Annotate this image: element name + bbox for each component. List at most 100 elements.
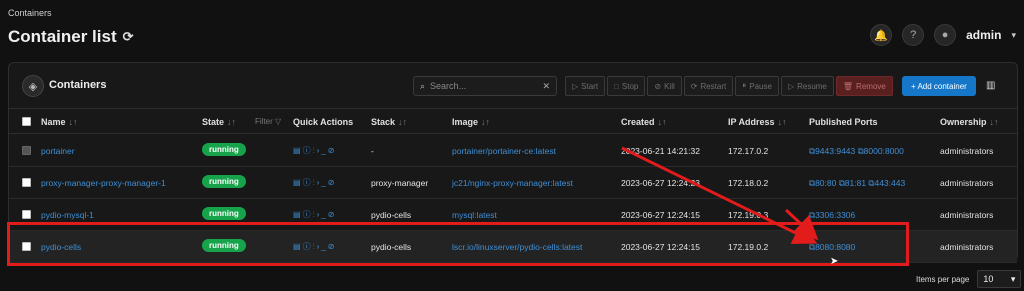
filter-label: Filter: [255, 117, 273, 126]
filter-button[interactable]: Filter ▽: [255, 117, 281, 126]
search-icon: ⌕: [420, 80, 426, 91]
row-checkbox[interactable]: [22, 178, 31, 187]
header-created[interactable]: Created ↓↑: [621, 117, 667, 127]
image-name[interactable]: portainer/portainer-ce:latest: [452, 146, 556, 156]
highlight-box: [7, 222, 909, 266]
sort-icon: ↓↑: [398, 117, 408, 127]
start-button[interactable]: ▷ Start: [565, 76, 606, 96]
stack-name: -: [371, 146, 374, 156]
add-container-button[interactable]: + Add container: [902, 76, 976, 96]
play-icon: ▷: [572, 81, 579, 91]
resume-label: Resume: [797, 81, 827, 91]
console-icon[interactable]: ›_: [317, 146, 328, 155]
status-badge: running: [202, 143, 246, 156]
table-row[interactable]: portainer running ▤ⓘ⫶›_⊘ - portainer/por…: [9, 135, 1017, 167]
refresh-icon[interactable]: ⟳: [123, 29, 134, 45]
breadcrumb[interactable]: Containers: [8, 8, 52, 18]
container-name[interactable]: proxy-manager-proxy-manager-1: [41, 178, 166, 188]
header-ports: Published Ports: [809, 117, 878, 127]
remove-button[interactable]: 🗑 Remove: [835, 76, 893, 96]
filter-icon: ▽: [275, 117, 282, 126]
clear-search-icon[interactable]: ✕: [542, 81, 550, 92]
sort-icon: ↓↑: [657, 117, 667, 127]
logs-icon[interactable]: ▤: [293, 210, 303, 219]
table-header: Name ↓↑ State ↓↑ Filter ▽ Quick Actions St…: [9, 110, 1017, 134]
container-name[interactable]: portainer: [41, 146, 75, 156]
header-stack[interactable]: Stack ↓↑: [371, 117, 407, 127]
restart-label: Restart: [700, 81, 727, 91]
console-icon[interactable]: ›_: [317, 210, 328, 219]
kill-label: Kill: [664, 81, 675, 91]
ownership: administrators: [940, 146, 994, 156]
header-ownership-label: Ownership: [940, 117, 987, 127]
pause-button[interactable]: ⏸ Pause: [735, 76, 779, 96]
published-ports[interactable]: ⧉3306:3306: [809, 210, 855, 221]
items-per-page-select[interactable]: 10 ▾: [977, 270, 1022, 288]
resume-button[interactable]: ▷ Resume: [780, 76, 834, 96]
header-ip-label: IP Address: [728, 117, 775, 127]
header-ip[interactable]: IP Address ↓↑: [728, 117, 787, 127]
quick-actions[interactable]: ▤ⓘ⫶›_⊘: [293, 177, 336, 188]
header-ownership[interactable]: Ownership ↓↑: [940, 117, 999, 127]
pause-label: Pause: [749, 81, 772, 91]
logs-icon[interactable]: ▤: [293, 178, 303, 187]
kill-icon: ⊘: [654, 81, 662, 91]
stop-label: Stop: [621, 81, 639, 91]
image-name[interactable]: jc21/nginx-proxy-manager:latest: [452, 178, 573, 188]
search-input[interactable]: ⌕ Search... ✕: [413, 76, 557, 96]
ip-address: 172.17.0.2: [728, 146, 769, 156]
header-image-label: Image: [452, 117, 479, 127]
sort-icon: ↓↑: [68, 117, 78, 127]
container-name[interactable]: pydio-mysql-1: [41, 210, 94, 220]
panel-header: ◈ Containers ⌕ Search... ✕ ▷ Start □ Stop …: [9, 63, 1017, 109]
ownership: administrators: [940, 178, 994, 188]
start-label: Start: [581, 81, 599, 91]
items-per-page-label: Items per page: [916, 274, 970, 284]
created-time: 2023-06-27 12:24:23: [621, 178, 700, 188]
quick-actions[interactable]: ▤ⓘ⫶›_⊘: [293, 209, 336, 220]
header-created-label: Created: [621, 117, 655, 127]
attach-icon[interactable]: ⊘: [328, 146, 337, 155]
header-name[interactable]: Name ↓↑: [41, 117, 78, 127]
attach-icon[interactable]: ⊘: [328, 178, 337, 187]
restart-button[interactable]: ⟳ Restart: [683, 76, 734, 96]
stop-button[interactable]: □ Stop: [607, 76, 646, 96]
user-avatar-icon[interactable]: ●: [934, 24, 957, 46]
header-state[interactable]: State ↓↑: [202, 117, 236, 127]
restart-icon: ⟳: [690, 81, 698, 91]
help-icon[interactable]: ?: [902, 24, 925, 46]
inspect-icon[interactable]: ⓘ: [303, 210, 313, 219]
quick-actions[interactable]: ▤ⓘ⫶›_⊘: [293, 145, 336, 156]
sort-icon: ↓↑: [481, 117, 491, 127]
sort-icon: ↓↑: [777, 117, 787, 127]
kill-button[interactable]: ⊘ Kill: [647, 76, 682, 96]
columns-icon[interactable]: ▥: [986, 80, 995, 91]
status-badge: running: [202, 175, 246, 188]
trash-icon: 🗑: [842, 81, 854, 91]
select-all-checkbox[interactable]: [22, 117, 31, 126]
table-row[interactable]: proxy-manager-proxy-manager-1 running ▤ⓘ…: [9, 167, 1017, 199]
header-name-label: Name: [41, 117, 66, 127]
published-ports[interactable]: ⧉9443:9443 ⧉8000:8000: [809, 146, 904, 157]
console-icon[interactable]: ›_: [317, 178, 328, 187]
pause-icon: ⏸: [742, 81, 747, 90]
notification-bell-icon[interactable]: 🔔: [870, 24, 893, 46]
page: Containers Container list ⟳ 🔔 ? ● admin …: [0, 0, 1024, 291]
row-checkbox: [22, 146, 31, 155]
logs-icon[interactable]: ▤: [293, 146, 303, 155]
published-ports[interactable]: ⧉80:80 ⧉81:81 ⧉443:443: [809, 178, 905, 189]
sort-icon: ↓↑: [227, 117, 237, 127]
created-time: 2023-06-27 12:24:15: [621, 210, 700, 220]
inspect-icon[interactable]: ⓘ: [303, 146, 313, 155]
chevron-down-icon[interactable]: ▾: [1011, 30, 1016, 41]
action-buttons: ▷ Start □ Stop ⊘ Kill ⟳ Restart ⏸ Pause ▷ Resu…: [565, 76, 893, 96]
image-name[interactable]: mysql:latest: [452, 210, 497, 220]
row-checkbox[interactable]: [22, 210, 31, 219]
user-name[interactable]: admin: [966, 28, 1001, 42]
mouse-cursor-icon: ➤: [830, 256, 839, 267]
remove-label: Remove: [856, 81, 886, 91]
header-image[interactable]: Image ↓↑: [452, 117, 490, 127]
inspect-icon[interactable]: ⓘ: [303, 178, 313, 187]
attach-icon[interactable]: ⊘: [328, 210, 337, 219]
cube-icon: ◈: [22, 75, 44, 97]
